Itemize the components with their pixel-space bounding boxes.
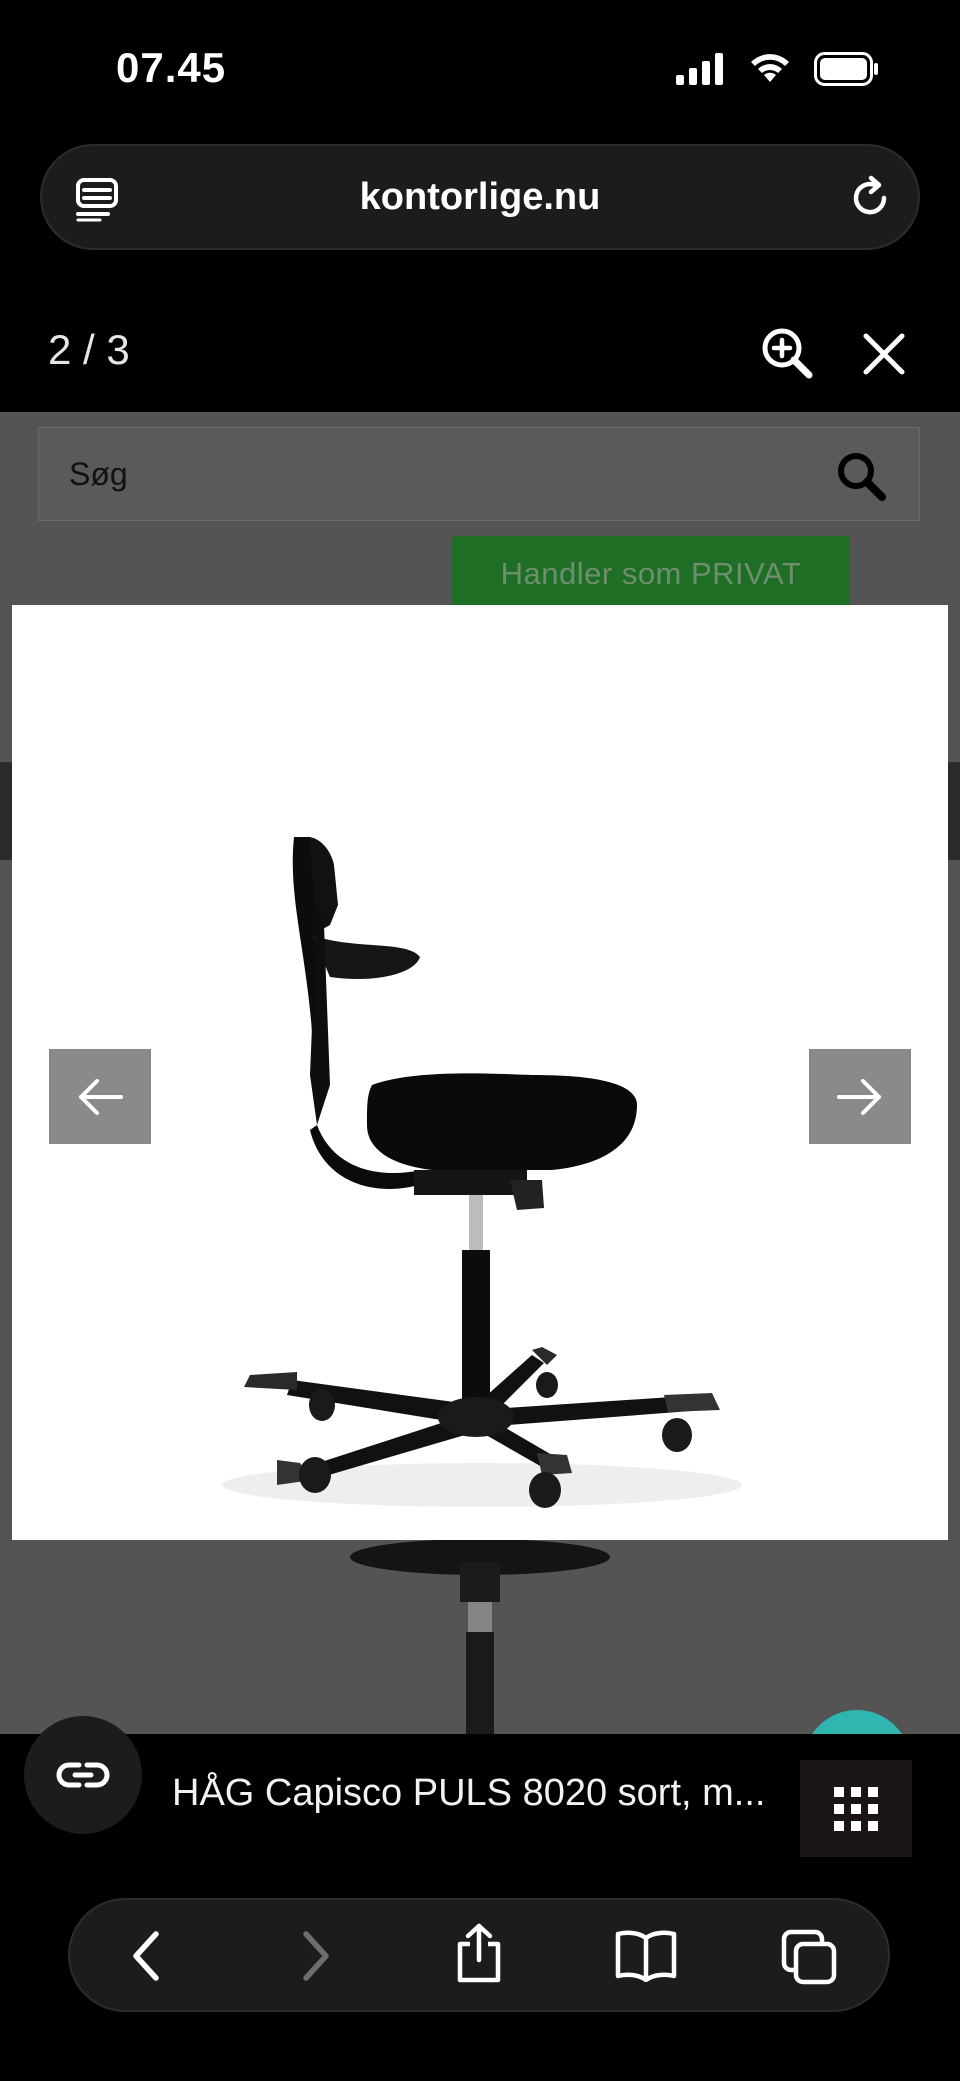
arrow-left-icon (79, 1078, 123, 1115)
customer-type-label: Handler som PRIVAT (500, 556, 802, 591)
status-time: 07.45 (116, 44, 227, 91)
chevron-left-icon[interactable] (126, 1928, 166, 1984)
zoom-in-icon[interactable] (760, 326, 814, 380)
summary-button[interactable] (24, 1716, 142, 1834)
wifi-icon (751, 54, 789, 82)
link-icon (56, 1762, 110, 1788)
address-bar[interactable]: kontorlige.nu (40, 144, 920, 250)
browser-toolbar (68, 1898, 890, 2012)
search-icon[interactable] (833, 448, 889, 504)
search-placeholder: Søg (69, 456, 128, 492)
previous-image-button[interactable] (49, 1049, 151, 1144)
book-icon[interactable] (614, 1928, 678, 1982)
product-image (12, 605, 948, 1540)
arrow-right-icon (837, 1078, 881, 1115)
grid-icon (834, 1786, 878, 1831)
next-image-button[interactable] (809, 1049, 911, 1144)
site-search-box[interactable]: Søg (38, 427, 920, 521)
reload-icon[interactable] (844, 172, 896, 224)
chevron-right-icon[interactable] (296, 1928, 336, 1984)
battery-icon (814, 52, 878, 86)
chair-illustration (222, 836, 742, 1508)
status-icons (676, 52, 880, 86)
close-icon[interactable] (862, 332, 906, 376)
signal-icon (676, 53, 723, 85)
chair-image-behind (350, 1539, 610, 1734)
share-icon[interactable] (452, 1922, 506, 1984)
grid-menu-button[interactable] (800, 1760, 912, 1857)
image-counter: 2 / 3 (48, 326, 130, 373)
url-text[interactable]: kontorlige.nu (42, 176, 918, 219)
page-title[interactable]: HÅG Capisco PULS 8020 sort, m... (172, 1772, 792, 1815)
tabs-icon[interactable] (780, 1928, 838, 1986)
